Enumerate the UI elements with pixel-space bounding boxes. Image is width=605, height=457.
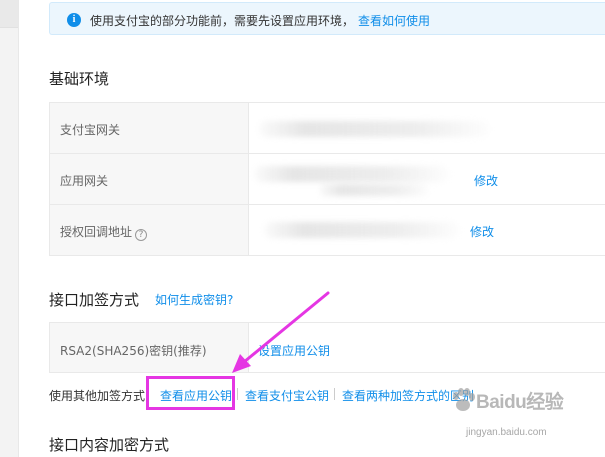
redacted-value: [264, 222, 459, 238]
info-icon: i: [67, 13, 81, 27]
other-sign-methods-row: 使用其他加签方式 查看应用公钥 查看支付宝公钥 查看两种加签方式的区别: [49, 387, 474, 404]
rsa2-label: RSA2(SHA256)密钥(推荐): [60, 344, 207, 358]
set-app-public-key-link[interactable]: 设置应用公钥: [258, 342, 330, 359]
baidu-watermark: Baidu经验 jingyan.baidu.com: [448, 385, 588, 445]
table-row-app-gateway: 应用网关 修改: [49, 154, 605, 205]
label-cell: 支付宝网关: [49, 103, 249, 153]
alipay-gateway-label: 支付宝网关: [60, 123, 121, 137]
table-row-callback-url: 授权回调地址? 修改: [49, 205, 605, 256]
label-cell: 授权回调地址?: [49, 205, 249, 255]
left-sidebar: [0, 0, 18, 457]
watermark-url: jingyan.baidu.com: [466, 427, 547, 438]
basic-env-title: 基础环境: [49, 70, 110, 88]
notice-message: 使用支付宝的部分功能前，需要先设置应用环境，: [90, 14, 355, 28]
how-to-use-link[interactable]: 查看如何使用: [358, 14, 430, 28]
basic-env-table: 支付宝网关 应用网关 修改 授权回调地址? 修改: [49, 102, 605, 256]
table-row-alipay-gateway: 支付宝网关: [49, 103, 605, 154]
sign-method-title: 接口加签方式: [49, 291, 140, 309]
sign-method-table: RSA2(SHA256)密钥(推荐) 设置应用公钥: [49, 322, 605, 373]
table-row-rsa2: RSA2(SHA256)密钥(推荐) 设置应用公钥: [49, 323, 605, 373]
label-cell: RSA2(SHA256)密钥(推荐): [49, 323, 249, 372]
redacted-value: [254, 166, 449, 182]
sidebar-divider: [18, 0, 19, 457]
redacted-value: [319, 184, 429, 196]
info-notice: i 使用支付宝的部分功能前，需要先设置应用环境， 查看如何使用: [49, 2, 605, 35]
view-alipay-public-key-link[interactable]: 查看支付宝公钥: [245, 387, 329, 404]
app-gateway-label: 应用网关: [60, 174, 109, 188]
edit-callback-url-link[interactable]: 修改: [470, 223, 494, 240]
link-separator: [237, 388, 238, 400]
callback-url-label: 授权回调地址?: [60, 223, 148, 241]
notice-text: 使用支付宝的部分功能前，需要先设置应用环境， 查看如何使用: [90, 12, 430, 29]
redacted-value: [259, 121, 489, 137]
label-cell: 应用网关: [49, 154, 249, 204]
baidu-paw-icon: [453, 388, 475, 411]
watermark-brand: Baidu经验: [476, 392, 564, 413]
edit-app-gateway-link[interactable]: 修改: [474, 172, 498, 189]
help-question-icon[interactable]: ?: [135, 229, 148, 241]
how-to-generate-key-link[interactable]: 如何生成密钥?: [155, 291, 233, 308]
callback-url-label-text: 授权回调地址: [60, 225, 133, 239]
other-sign-methods-label: 使用其他加签方式: [49, 389, 146, 403]
left-sidebar-header: [0, 0, 18, 28]
link-separator: [334, 388, 335, 400]
annotation-highlight-box: [146, 376, 235, 410]
content-encrypt-title: 接口内容加密方式: [49, 436, 170, 454]
